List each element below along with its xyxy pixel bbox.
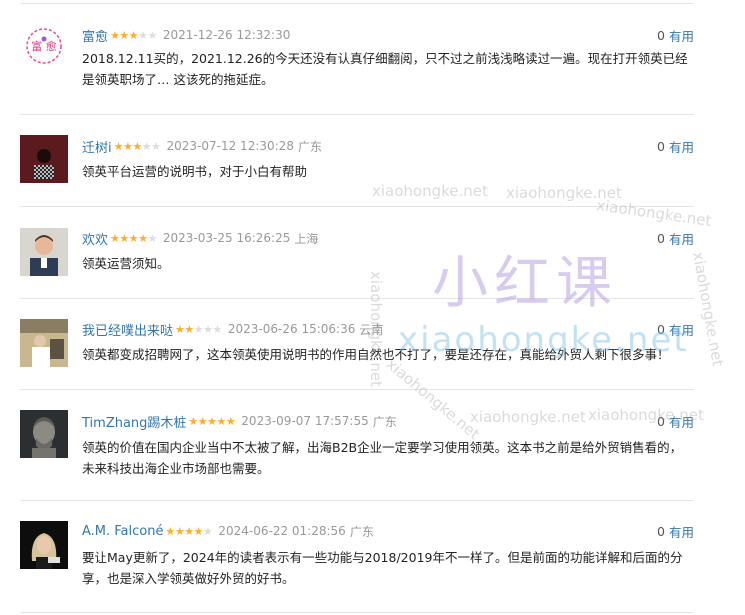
comment-time: 2021-12-26 12:32:30 (162, 28, 291, 42)
vote-count: 0 (657, 413, 665, 429)
vote-count: 0 (657, 321, 665, 337)
comments-page: 富 愈 富愈 ★★★★★ 2021-12-26 12:32:30 0 有用 20… (0, 0, 745, 615)
comment-item: TimZhang踢木桩 ★★★★★ 2023-09-07 17:57:55 广东… (20, 410, 694, 501)
comment-time: 2024-06-22 01:28:56 (218, 524, 346, 538)
username-link[interactable]: 富愈 (82, 26, 108, 45)
comment-text: 领英平台运营的说明书，对于小白有帮助 (82, 164, 308, 179)
star-filled-icon: ★ (123, 139, 133, 153)
comment-location: 广东 (372, 414, 397, 429)
comment-location: 广东 (349, 524, 374, 539)
star-filled-icon: ★ (216, 414, 227, 428)
comment-item: A.M. Falconé ★★★★★ 2024-06-22 01:28:56 广… (20, 521, 694, 613)
username-link[interactable]: 迁树i (82, 137, 112, 156)
divider (20, 389, 694, 390)
comment-text: 2018.12.11买的，2021.12.26的今天还没有认真仔细翻阅，只不过之… (82, 51, 688, 87)
star-empty-icon: ★ (151, 139, 161, 153)
avatar[interactable]: 富 愈 (20, 22, 68, 70)
useful-button[interactable]: 有用 (669, 412, 694, 431)
star-filled-icon: ★ (128, 28, 139, 42)
useful-button[interactable]: 有用 (669, 320, 694, 339)
vote-count: 0 (657, 523, 665, 539)
avatar[interactable] (20, 319, 68, 367)
star-filled-icon: ★ (165, 524, 175, 538)
comment-time: 2023-03-25 16:26:25 (162, 231, 291, 245)
star-empty-icon: ★ (212, 322, 223, 336)
star-filled-icon: ★ (193, 524, 204, 538)
comment-item: 富 愈 富愈 ★★★★★ 2021-12-26 12:32:30 0 有用 20… (20, 22, 694, 115)
star-empty-icon: ★ (147, 231, 158, 245)
avatar[interactable] (20, 135, 68, 183)
star-filled-icon: ★ (207, 414, 217, 428)
avatar[interactable] (20, 410, 68, 458)
divider (20, 3, 694, 4)
star-filled-icon: ★ (184, 322, 194, 336)
star-filled-icon: ★ (197, 414, 208, 428)
comment-location: 云南 (359, 322, 384, 337)
star-empty-icon: ★ (138, 28, 148, 42)
star-filled-icon: ★ (174, 524, 185, 538)
divider (20, 206, 694, 207)
watermark-text: xiaohongke.net (689, 250, 727, 368)
comment-location: 广东 (297, 139, 322, 154)
divider (20, 612, 694, 613)
rating-stars: ★★★★★ (188, 416, 235, 427)
comment-location: 上海 (294, 231, 319, 246)
vote-count: 0 (657, 138, 665, 154)
star-filled-icon: ★ (113, 139, 124, 153)
avatar[interactable] (20, 228, 68, 276)
username-link[interactable]: TimZhang踢木桩 (82, 412, 186, 431)
star-filled-icon: ★ (138, 231, 148, 245)
useful-button[interactable]: 有用 (669, 26, 694, 45)
star-empty-icon: ★ (202, 524, 213, 538)
star-filled-icon: ★ (225, 414, 236, 428)
comment-text: 领英的价值在国内企业当中不太被了解，出海B2B企业一定要学习使用领英。这本书之前… (82, 440, 683, 476)
star-filled-icon: ★ (132, 139, 142, 153)
username-link[interactable]: 欢欢 (82, 229, 108, 248)
useful-button[interactable]: 有用 (669, 229, 694, 248)
rating-stars: ★★★★★ (175, 324, 222, 335)
star-filled-icon: ★ (188, 414, 198, 428)
divider (20, 500, 694, 501)
vote-count: 0 (657, 230, 665, 246)
rating-stars: ★★★★★ (110, 233, 157, 244)
comment-time: 2023-07-12 12:30:28 (166, 139, 294, 153)
star-empty-icon: ★ (203, 322, 213, 336)
star-filled-icon: ★ (110, 231, 120, 245)
star-filled-icon: ★ (128, 231, 139, 245)
star-filled-icon: ★ (110, 28, 120, 42)
rating-stars: ★★★★★ (165, 526, 212, 537)
rating-stars: ★★★★★ (114, 141, 161, 152)
star-empty-icon: ★ (141, 139, 152, 153)
vote-count: 0 (657, 27, 665, 43)
comment-time: 2023-09-07 17:57:55 (241, 414, 369, 428)
comment-item: 我已经噗出来哒 ★★★★★ 2023-06-26 15:06:36 云南 0 有… (20, 319, 694, 390)
star-empty-icon: ★ (147, 28, 158, 42)
divider (20, 298, 694, 299)
rating-stars: ★★★★★ (110, 30, 157, 41)
divider (20, 114, 694, 115)
avatar[interactable] (20, 521, 68, 569)
comment-text: 领英都变成招聘网了，这本领英使用说明书的作用自然也不打了，要是还存在，真能给外贸… (82, 347, 670, 362)
star-filled-icon: ★ (119, 231, 129, 245)
star-empty-icon: ★ (193, 322, 204, 336)
useful-button[interactable]: 有用 (669, 522, 694, 541)
star-filled-icon: ★ (175, 322, 185, 336)
useful-button[interactable]: 有用 (669, 137, 694, 156)
star-filled-icon: ★ (119, 28, 129, 42)
comment-item: 迁树i ★★★★★ 2023-07-12 12:30:28 广东 0 有用 领英… (20, 135, 694, 207)
comment-time: 2023-06-26 15:06:36 (227, 322, 356, 336)
comment-item: 欢欢 ★★★★★ 2023-03-25 16:26:25 上海 0 有用 领英运… (20, 228, 694, 299)
star-filled-icon: ★ (184, 524, 194, 538)
comment-text: 要让May更新了，2024年的读者表示有一些功能与2018/2019年不一样了。… (82, 550, 683, 586)
username-link[interactable]: A.M. Falconé (82, 524, 163, 539)
username-link[interactable]: 我已经噗出来哒 (82, 320, 173, 339)
comment-text: 领英运营须知。 (82, 256, 170, 271)
